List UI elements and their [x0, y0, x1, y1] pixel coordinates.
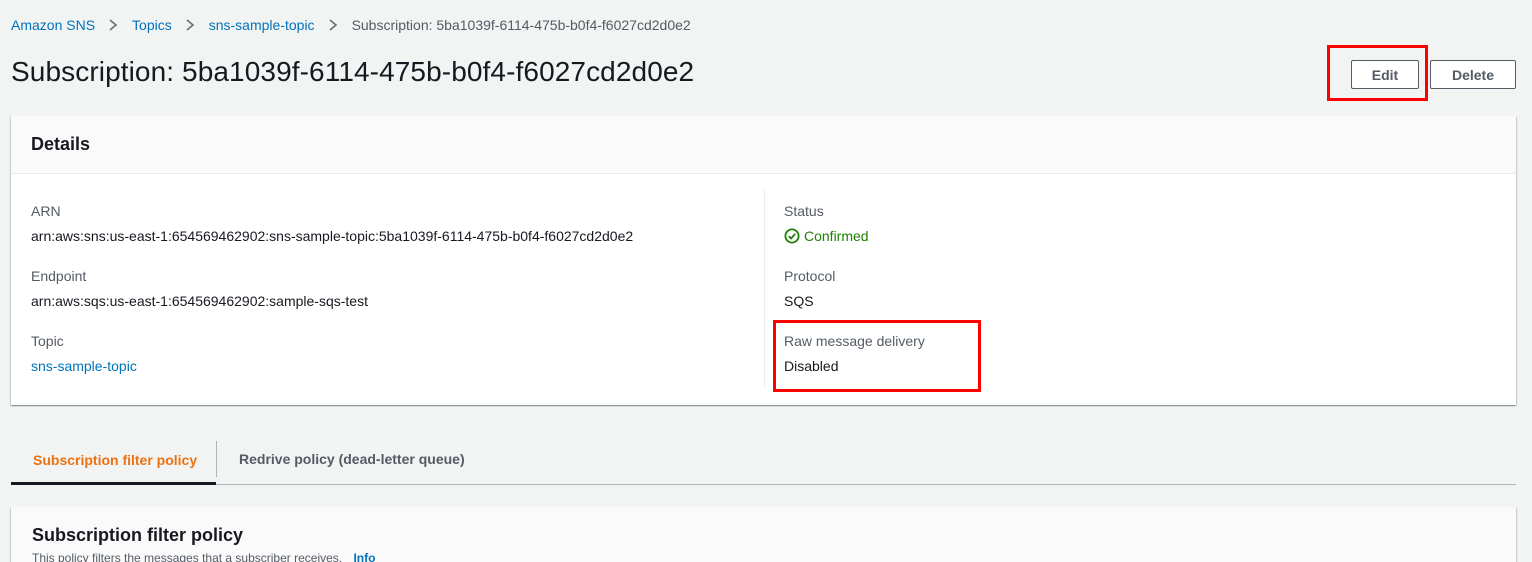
endpoint-field: Endpoint arn:aws:sqs:us-east-1:654569462…	[31, 267, 368, 310]
endpoint-value: arn:aws:sqs:us-east-1:654569462902:sampl…	[31, 293, 368, 309]
status-text: Confirmed	[804, 228, 869, 244]
column-divider	[764, 190, 765, 388]
protocol-value: SQS	[784, 293, 814, 309]
chevron-right-icon	[104, 18, 124, 32]
protocol-label: Protocol	[784, 268, 836, 284]
protocol-field: Protocol SQS	[784, 267, 835, 310]
details-header: Details	[11, 116, 1516, 174]
status-label: Status	[784, 203, 824, 219]
chevron-right-icon	[181, 18, 201, 32]
tab-bar: Subscription filter policy Redrive polic…	[11, 437, 1516, 485]
breadcrumb-current: Subscription: 5ba1039f-6114-475b-b0f4-f6…	[351, 17, 691, 33]
tab-subscription-filter-policy[interactable]: Subscription filter policy	[11, 437, 216, 485]
status-value: Confirmed	[784, 227, 869, 245]
arn-field: ARN arn:aws:sns:us-east-1:654569462902:s…	[31, 202, 633, 245]
breadcrumb-sns-sample-topic[interactable]: sns-sample-topic	[209, 17, 315, 33]
breadcrumb: Amazon SNS Topics sns-sample-topic Subsc…	[11, 16, 691, 34]
check-circle-icon	[784, 228, 800, 244]
chevron-right-icon	[324, 18, 344, 32]
status-field: Status Confirmed	[784, 202, 869, 245]
filter-policy-title: Subscription filter policy	[32, 525, 244, 545]
arn-value: arn:aws:sns:us-east-1:654569462902:sns-s…	[31, 228, 634, 244]
filter-policy-panel: Subscription filter policy This policy f…	[11, 507, 1516, 562]
topic-link[interactable]: sns-sample-topic	[31, 357, 137, 375]
details-panel: Details ARN arn:aws:sns:us-east-1:654569…	[11, 116, 1516, 405]
topic-label: Topic	[31, 333, 64, 349]
info-link[interactable]: Info	[353, 551, 375, 562]
delete-button[interactable]: Delete	[1430, 60, 1516, 89]
edit-button[interactable]: Edit	[1351, 60, 1419, 89]
details-title: Details	[31, 134, 91, 154]
raw-delivery-value: Disabled	[784, 358, 839, 374]
filter-policy-description: This policy filters the messages that a …	[32, 551, 375, 562]
filter-policy-description-text: This policy filters the messages that a …	[32, 551, 343, 562]
raw-delivery-field: Raw message delivery Disabled	[784, 332, 925, 375]
tab-redrive-policy[interactable]: Redrive policy (dead-letter queue)	[216, 441, 465, 477]
breadcrumb-topics[interactable]: Topics	[132, 17, 172, 33]
arn-label: ARN	[31, 203, 61, 219]
endpoint-label: Endpoint	[31, 268, 87, 284]
sns-subscription-page: Amazon SNS Topics sns-sample-topic Subsc…	[0, 0, 1532, 562]
page-title: Subscription: 5ba1039f-6114-475b-b0f4-f6…	[11, 56, 695, 87]
breadcrumb-amazon-sns[interactable]: Amazon SNS	[11, 17, 95, 33]
raw-delivery-label: Raw message delivery	[784, 333, 925, 349]
topic-field: Topic sns-sample-topic	[31, 332, 137, 375]
